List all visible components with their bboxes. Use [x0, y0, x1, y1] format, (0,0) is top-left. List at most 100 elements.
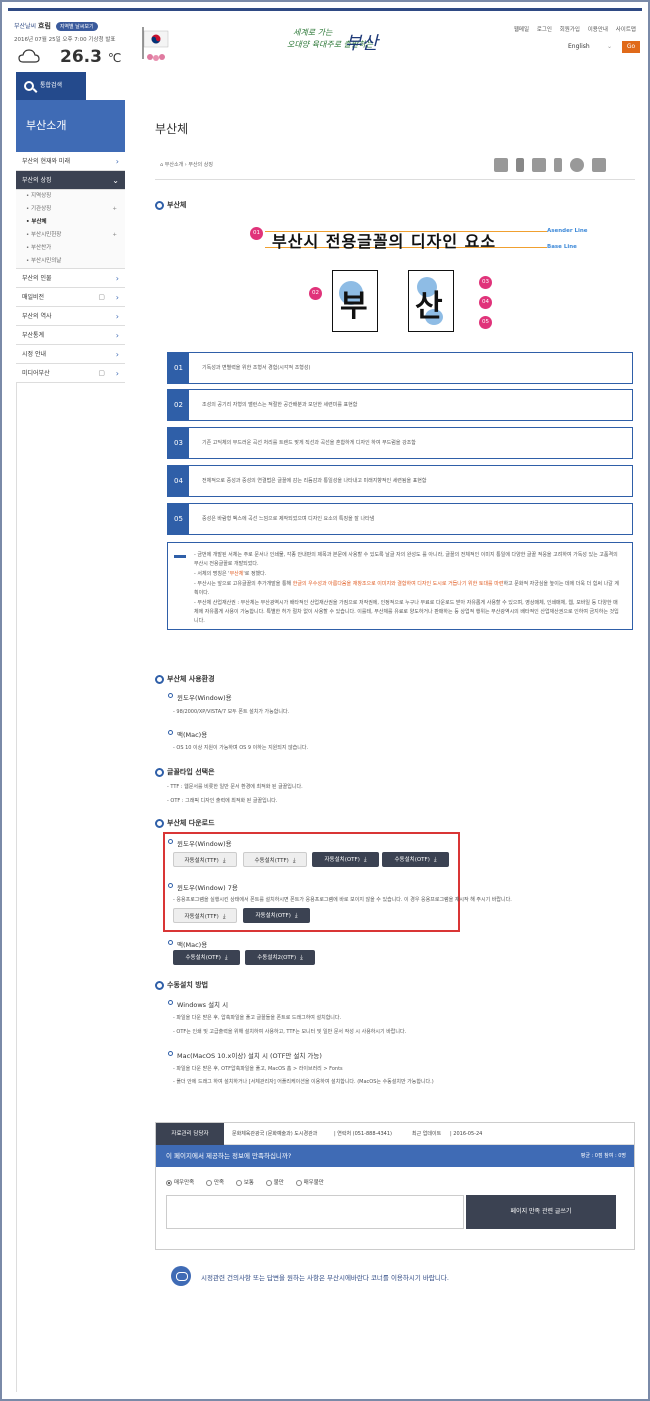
footnote-text[interactable]: 시정관련 건의사항 또는 답변을 원하는 사항은 부산시에바란다 코너를 이용하…: [201, 1272, 449, 1282]
font-notice-box: - 금번에 개발된 서체는 주로 문서나 인쇄물, 각종 안내판의 제목과 본문…: [167, 542, 633, 630]
env-mac-title: 맥(Mac)용: [167, 729, 207, 739]
win7-auto-otf-button[interactable]: 자동설치(OTF) ⤓: [243, 908, 310, 923]
breadcrumb: ⌂ 부산소개 › 부산의 상징: [160, 162, 213, 168]
lnb-sub-item-regional[interactable]: • 지역상징: [16, 190, 125, 203]
env-win-desc: - 98/2000/XP/VISTA/7 모두 폰트 설치가 가능합니다.: [173, 709, 290, 715]
lnb-item-people[interactable]: 부산의 인물 ›: [16, 269, 125, 288]
option-satisfied[interactable]: 만족: [206, 1179, 224, 1186]
satisfaction-comment-input[interactable]: [166, 1195, 464, 1229]
lnb-sub-item-anthem[interactable]: • 부산찬가: [16, 242, 125, 255]
util-guide-link[interactable]: 이용안내: [588, 27, 608, 33]
util-join-link[interactable]: 회원가입: [560, 27, 580, 33]
updated-label: 최근 업데이트: [412, 1131, 442, 1137]
document-icon: ▢: [98, 293, 105, 301]
lnb-sub-item-busanche[interactable]: • 부산체: [16, 216, 125, 229]
win-auto-otf-button[interactable]: 자동설치(OTF) ⤓: [312, 852, 379, 867]
plus-icon: +: [112, 232, 117, 238]
util-sitemap-link[interactable]: 사이트맵: [616, 27, 636, 33]
mac-manual-otf2-button[interactable]: 수동설치2(OTF) ⤓: [245, 950, 315, 965]
marker-01: 01: [250, 227, 263, 240]
lnb-sub-item-institutional[interactable]: • 기관상징 +: [16, 203, 125, 216]
font-design-diagram: 01 부산시 전용글꼴의 디자인 요소 Asender Line Base Li…: [250, 220, 610, 338]
type-otf-desc: - OTF : 그래픽 디자인 출력에 최적화 된 글꼴입니다.: [167, 798, 278, 804]
char-box-san: 산: [408, 270, 454, 332]
feature-row: 04 전체적으로 중성과 중성의 연결법은 글꼴에 감는 리듬감과 통일성을 나타…: [167, 465, 633, 497]
kakaostory-icon[interactable]: [554, 158, 562, 172]
option-very-dissatisfied[interactable]: 매우불만: [295, 1179, 324, 1186]
lnb-sub-item-citizens-day[interactable]: • 부산시민의날: [16, 255, 125, 268]
marker-05: 05: [479, 316, 492, 329]
print-icon[interactable]: [592, 158, 606, 172]
marker-03: 03: [479, 276, 492, 289]
satisfaction-info-bar: 자료관리 담당자 문화체육관광국 (문화예술과) 도시경관과 | 연락처 (05…: [156, 1123, 634, 1145]
lnb-submenu: • 지역상징 • 기관상징 + • 부산체 • 부산시민헌장 + • 부산찬가 • …: [16, 190, 125, 269]
dept-label: 자료관리 담당자: [156, 1123, 224, 1145]
lnb-title: 부산소개: [16, 100, 125, 152]
language-go-button[interactable]: Go: [622, 41, 640, 53]
document-icon: ▢: [98, 369, 105, 377]
type-ttf-desc: - TTF : 웹문서를 비롯한 일반 문서 환경에 최적화 된 글꼴입니다.: [167, 784, 303, 790]
integrated-search-button[interactable]: 통합검색: [16, 72, 86, 100]
updated-date: | 2016-05-24: [450, 1131, 483, 1137]
win7-auto-ttf-button[interactable]: 자동설치(TTF) ⤓: [173, 908, 237, 923]
weather-region-button[interactable]: 지역별 날씨보기: [55, 22, 98, 31]
manual-mac-desc1: - 파일을 다운 받은 후, OTF압축파일을 풀고, MacOS 홈 > 라이…: [173, 1066, 343, 1072]
satisfaction-survey: 자료관리 담당자 문화체육관광국 (문화예술과) 도시경관과 | 연락처 (05…: [155, 1122, 635, 1250]
util-login-link[interactable]: 로그인: [537, 27, 552, 33]
section-heading-type: 글꼴타입 선택은: [155, 767, 215, 777]
radio[interactable]: [295, 1179, 302, 1186]
radio-selected[interactable]: [166, 1179, 172, 1186]
char-san: 산: [415, 289, 443, 324]
manual-win-desc2: - OTF는 인쇄 및 고급출력을 위해 설치하여 사용하고, TTF는 모니터…: [173, 1029, 407, 1035]
download-icon: ⤓: [363, 856, 367, 863]
footnote: 시정관련 건의사항 또는 답변을 원하는 사항은 부산시에바란다 코너를 이용하…: [171, 1262, 631, 1290]
mac-manual-otf-button[interactable]: 수동설치(OTF) ⤓: [173, 950, 240, 965]
dept-phone: | 연락처 (051-888-4341): [334, 1131, 392, 1137]
win-manual-ttf-button[interactable]: 수동설치(TTF) ⤓: [243, 852, 307, 867]
satisfaction-submit-button[interactable]: 페이지 만족 관련 글쓰기: [466, 1195, 616, 1229]
chevron-down-icon: ⌄: [606, 43, 612, 50]
radio[interactable]: [206, 1179, 212, 1186]
lnb-item-admin-guide[interactable]: 시정 안내 ›: [16, 345, 125, 364]
satisfaction-score: 평균 : 0점 참여 : 0명: [580, 1153, 626, 1159]
lnb-sub-item-charter[interactable]: • 부산시민헌장 +: [16, 229, 125, 242]
section-heading-font: 부산체: [155, 200, 186, 210]
bookmark-star-icon[interactable]: [570, 158, 584, 172]
manual-win-desc1: - 파일을 다운 받은 후, 압축파일을 풀고 글꼴들을 폰트로 드래그하여 설…: [173, 1015, 342, 1021]
feature-row: 02 조성의 공기리 자형의 밸런스는 적절한 공간배분과 모던한 세련미를 표현…: [167, 389, 633, 421]
page-title: 부산체: [155, 122, 189, 136]
util-webmail-link[interactable]: 웹메일: [514, 27, 529, 33]
notice-accent: [174, 555, 186, 558]
radio[interactable]: [265, 1179, 272, 1186]
lnb-item-media[interactable]: 미디어부산 ▢ ›: [16, 364, 125, 383]
win-auto-ttf-button[interactable]: 자동설치(TTF) ⤓: [173, 852, 237, 867]
option-neutral[interactable]: 보통: [235, 1179, 254, 1186]
facebook-icon[interactable]: [516, 158, 524, 172]
option-dissatisfied[interactable]: 불만: [265, 1179, 284, 1186]
lnb-item-symbols[interactable]: 부산의 상징 ⌄: [16, 171, 125, 190]
weather-date: 2016년 07월 25일 오후 7:00 기상청 발표: [14, 37, 116, 43]
chevron-right-icon: ›: [115, 331, 119, 340]
win-manual-otf-button[interactable]: 수동설치(OTF) ⤓: [382, 852, 449, 867]
lnb-item-statistics[interactable]: 부산통계 ›: [16, 326, 125, 345]
lnb-item-vision[interactable]: 매일비전 ▢ ›: [16, 288, 125, 307]
busan-logo[interactable]: 세계로 가는 오대양 육대주로 출발하는 부산: [283, 23, 393, 54]
language-select[interactable]: English ⌄: [564, 41, 616, 53]
title-divider: [155, 179, 635, 180]
blog-icon[interactable]: [494, 158, 508, 172]
env-mac-desc: - OS 10 이상 지원이 가능하며 OS 9 이하는 지원되지 않습니다.: [173, 745, 309, 751]
twitter-icon[interactable]: [532, 158, 546, 172]
env-win-title: 윈도우(Window)용: [167, 692, 232, 702]
manual-mac-desc2: - 폴더 안에 드래그 하여 설치하거나 [서체관리자] 어플리케이션을 이용하…: [173, 1079, 434, 1085]
download-icon: ⤓: [224, 954, 228, 961]
lnb-item-present-future[interactable]: 부산의 현재와 미래 ›: [16, 152, 125, 171]
chevron-right-icon: ›: [115, 274, 119, 283]
manual-mac-title: Mac(MacOS 10.x이상) 설치 시 (OTF만 설치 가능): [167, 1050, 322, 1060]
radio[interactable]: [235, 1179, 242, 1186]
lnb-item-history[interactable]: 부산의 역사 ›: [16, 307, 125, 326]
weather-line: 부산날씨 흐림 지역별 날씨보기: [14, 21, 98, 31]
feature-row: 05 중성은 바람형 벡스에 곡선 느낌으로 제작되었으며 디자인 요소의 특징을…: [167, 503, 633, 535]
weather-state: 흐림: [38, 22, 51, 30]
option-very-satisfied[interactable]: 매우만족: [166, 1179, 194, 1186]
download-icon: ⤓: [292, 857, 296, 864]
